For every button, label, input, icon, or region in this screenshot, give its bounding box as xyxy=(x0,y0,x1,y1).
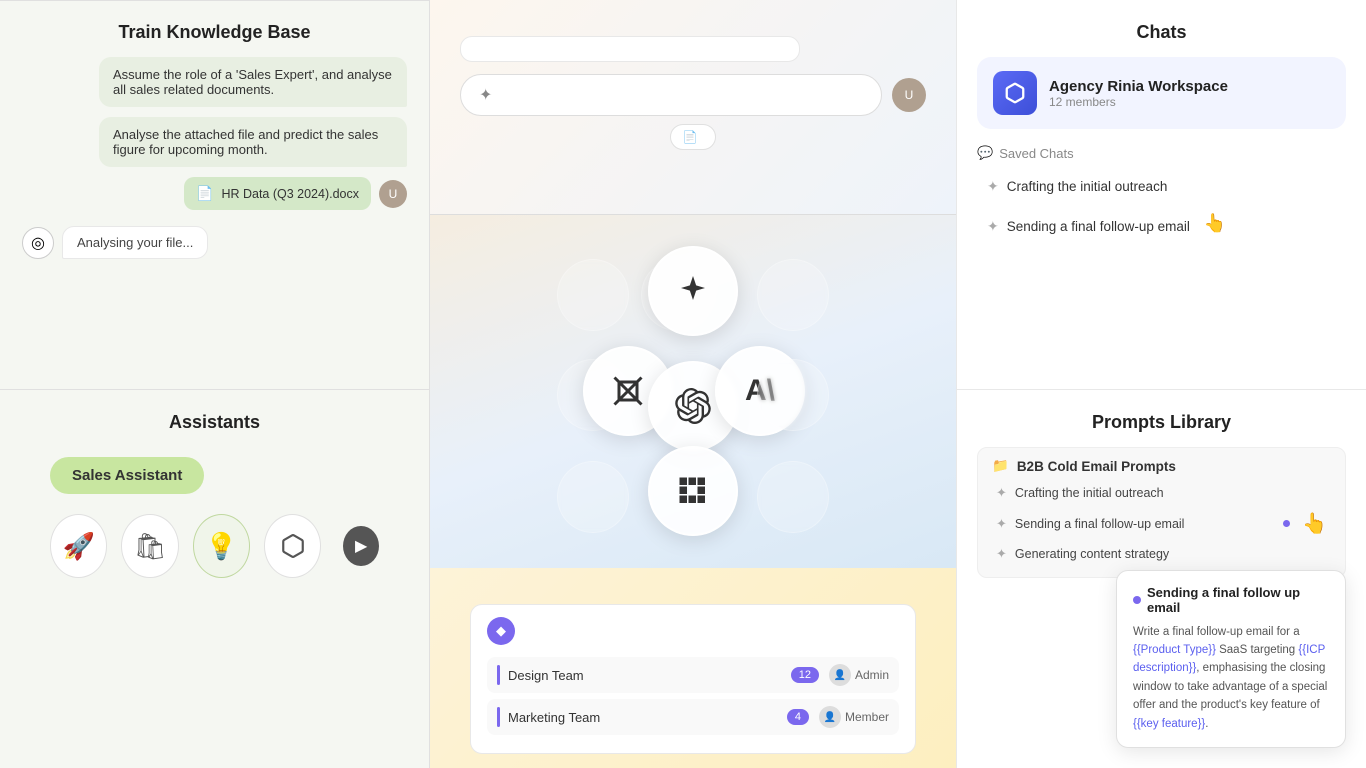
train-message-1: Assume the role of a 'Sales Expert', and… xyxy=(99,57,407,107)
panel-pdf: ✦ U 📄 xyxy=(430,0,956,215)
saved-chat-text-1: Crafting the initial outreach xyxy=(1007,179,1168,194)
llm-bg-3 xyxy=(757,259,829,331)
cursor-icon: 👆 xyxy=(1204,213,1222,239)
prompt-item-3[interactable]: ✦ Generating content strategy xyxy=(992,541,1331,567)
prompt-item-1[interactable]: ✦ Crafting the initial outreach xyxy=(992,480,1331,506)
prompts-title: Prompts Library xyxy=(977,390,1346,447)
team-bar-marketing xyxy=(497,707,500,727)
play-button[interactable]: ▶ xyxy=(343,526,379,566)
train-message-2: Analyse the attached file and predict th… xyxy=(99,117,407,167)
pdf-file-badge: 📄 xyxy=(670,124,717,150)
sales-assistant-button[interactable]: Sales Assistant xyxy=(50,457,204,494)
gov-design-count: 12 xyxy=(791,667,819,683)
star-icon-1: ✦ xyxy=(987,178,999,195)
prompt-item-2[interactable]: ✦ Sending a final follow-up email 👆 xyxy=(992,506,1331,541)
pdf-user-avatar: U xyxy=(892,78,926,112)
tooltip-title: Sending a final follow up email xyxy=(1133,585,1329,615)
workspace-icon xyxy=(993,71,1037,115)
panel-prompts: Prompts Library 📁 B2B Cold Email Prompts… xyxy=(956,390,1366,768)
prompt-text-2: Sending a final follow-up email xyxy=(1015,517,1185,531)
prompt-star-1: ✦ xyxy=(996,485,1007,501)
cursor-hand-icon: 👆 xyxy=(1302,511,1327,536)
docx-icon: 📄 xyxy=(196,185,213,202)
train-bot-text: Analysing your file... xyxy=(77,235,193,250)
assistant-icons-row: 🚀 🛍 💡 ▶ xyxy=(40,514,389,578)
governance-workspace-card: ◆ Design Team 12 👤 Admin Marketing Team … xyxy=(470,604,916,754)
llm-bg-5 xyxy=(757,359,829,431)
gov-design-name: Design Team xyxy=(508,668,791,683)
train-bot-row: ◎ Analysing your file... xyxy=(22,226,407,259)
train-filename: HR Data (Q3 2024).docx xyxy=(221,187,359,201)
assistant-icon-rocket[interactable]: 🚀 xyxy=(50,514,107,578)
sparkle-icon: ✦ xyxy=(479,85,492,105)
saved-chat-item-2[interactable]: ✦ Sending a final follow-up email 👆 xyxy=(977,204,1346,248)
panel-llms: A\ xyxy=(430,215,956,568)
center-column: ✦ U 📄 xyxy=(430,0,956,768)
workspace-info: Agency Rinia Workspace 12 members xyxy=(1049,78,1228,109)
prompt-text-3: Generating content strategy xyxy=(1015,547,1169,561)
train-title: Train Knowledge Base xyxy=(0,0,429,57)
folder-name: B2B Cold Email Prompts xyxy=(1017,459,1176,474)
gov-marketing-avatar: 👤 xyxy=(819,706,841,728)
pdf-upload-box[interactable]: ✦ xyxy=(460,74,882,116)
workspace-name: Agency Rinia Workspace xyxy=(1049,78,1228,95)
llm-bg-7 xyxy=(757,461,829,533)
prompts-folder-header: 📁 B2B Cold Email Prompts xyxy=(992,458,1331,474)
prompt-star-2: ✦ xyxy=(996,516,1007,532)
gov-team-marketing: Marketing Team 4 👤 Member xyxy=(487,699,899,735)
prompt-active-dot xyxy=(1283,520,1290,527)
panel-train: Train Knowledge Base Assume the role of … xyxy=(0,0,430,390)
llm-circles: A\ xyxy=(543,251,843,531)
assistant-icon-cube[interactable] xyxy=(264,514,321,578)
tooltip-dot xyxy=(1133,596,1141,604)
speech-icon: 💬 xyxy=(977,145,993,161)
chats-workspace-card[interactable]: Agency Rinia Workspace 12 members xyxy=(977,57,1346,129)
assistants-content: Sales Assistant 🚀 🛍 💡 ▶ xyxy=(20,447,409,578)
llm-mistral[interactable] xyxy=(648,446,738,536)
gov-design-role: Admin xyxy=(855,668,889,682)
pdf-title xyxy=(430,0,956,36)
assistants-title: Assistants xyxy=(20,390,409,447)
folder-icon: 📁 xyxy=(992,458,1009,474)
saved-chat-item-1[interactable]: ✦ Crafting the initial outreach xyxy=(977,169,1346,204)
gov-workspace-header: ◆ xyxy=(487,617,899,645)
panel-chats: Chats Agency Rinia Workspace 12 members … xyxy=(956,0,1366,390)
assistant-icon-bulb[interactable]: 💡 xyxy=(193,514,250,578)
panel-governance: ◆ Design Team 12 👤 Admin Marketing Team … xyxy=(430,568,956,768)
governance-title xyxy=(430,568,956,604)
train-file-row: 📄 HR Data (Q3 2024).docx U xyxy=(22,177,407,210)
pdf-upload-row: ✦ U xyxy=(460,74,926,116)
workspace-members: 12 members xyxy=(1049,95,1228,109)
openai-bot-avatar: ◎ xyxy=(22,227,54,259)
train-user-avatar: U xyxy=(379,180,407,208)
llm-sparkle[interactable] xyxy=(648,246,738,336)
train-bot-bubble: Analysing your file... xyxy=(62,226,208,259)
prompt-star-3: ✦ xyxy=(996,546,1007,562)
gov-marketing-name: Marketing Team xyxy=(508,710,787,725)
pdf-chat-area: ✦ U 📄 xyxy=(430,36,956,150)
team-bar-design xyxy=(497,665,500,685)
tooltip-body: Write a final follow-up email for a {{Pr… xyxy=(1133,623,1329,733)
llm-bg-6 xyxy=(557,461,629,533)
llm-bg-1 xyxy=(557,259,629,331)
saved-chat-text-2: Sending a final follow-up email xyxy=(1007,219,1190,234)
chats-title: Chats xyxy=(977,0,1346,57)
gov-marketing-role: Member xyxy=(845,710,889,724)
star-icon-2: ✦ xyxy=(987,218,999,235)
prompt-tooltip: Sending a final follow up email Write a … xyxy=(1116,570,1346,748)
train-file-bubble: 📄 HR Data (Q3 2024).docx xyxy=(184,177,371,210)
prompts-folder-card: 📁 B2B Cold Email Prompts ✦ Crafting the … xyxy=(977,447,1346,578)
gov-team-design: Design Team 12 👤 Admin xyxy=(487,657,899,693)
gov-workspace-logo: ◆ xyxy=(487,617,515,645)
train-chat-area: Assume the role of a 'Sales Expert', and… xyxy=(0,57,429,259)
prompt-text-1: Crafting the initial outreach xyxy=(1015,486,1164,500)
pdf-user-message xyxy=(460,36,800,62)
saved-chats-label: 💬 Saved Chats xyxy=(977,145,1346,161)
gov-marketing-count: 4 xyxy=(787,709,809,725)
pdf-icon: 📄 xyxy=(683,130,698,144)
assistant-icon-bag[interactable]: 🛍 xyxy=(121,514,178,578)
gov-design-avatar: 👤 xyxy=(829,664,851,686)
panel-assistants: Assistants Sales Assistant 🚀 🛍 💡 ▶ xyxy=(0,390,430,768)
